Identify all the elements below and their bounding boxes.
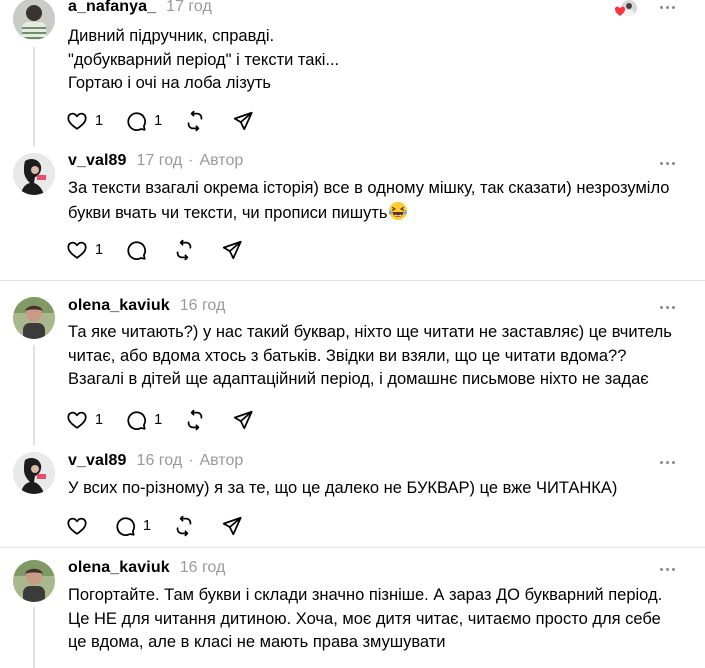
like-button[interactable]: [66, 514, 88, 538]
username[interactable]: v_val89: [68, 152, 127, 170]
heart-icon: [67, 411, 87, 429]
repost-button[interactable]: [173, 238, 195, 262]
text-line: За тексти взагалі окрема історія) все в …: [68, 179, 670, 197]
repost-button[interactable]: [184, 109, 206, 133]
avatar[interactable]: [13, 560, 55, 602]
share-button[interactable]: [232, 408, 254, 432]
username[interactable]: olena_kaviuk: [68, 297, 170, 315]
username[interactable]: olena_kaviuk: [68, 559, 170, 577]
timestamp[interactable]: 16 год: [137, 452, 183, 470]
avatar[interactable]: [13, 297, 55, 339]
repost-button[interactable]: [173, 514, 195, 538]
post-header: v_val89 16 год · Автор: [68, 452, 243, 470]
comment-icon: [127, 112, 147, 131]
post-text: Погортайте. Там букви і склади значно пі…: [68, 584, 688, 655]
more-options-icon[interactable]: [657, 559, 677, 579]
heart-icon: [67, 112, 87, 130]
timestamp[interactable]: 16 год: [180, 297, 226, 315]
avatar[interactable]: [13, 153, 55, 195]
text-line: букви вчать чи тексти, чи прописи пишуть: [68, 201, 688, 226]
text-line: Гортаю і очі на лоба лізуть: [68, 74, 272, 92]
timestamp[interactable]: 17 год: [137, 152, 183, 170]
text-line: "добукварний період" і тексти такі...: [68, 50, 340, 69]
more-options-icon[interactable]: [657, 297, 677, 317]
reply-count: 1: [154, 412, 163, 428]
text-line: Взагалі в дітей ще адаптаційний період, …: [68, 370, 649, 388]
reply-button[interactable]: 1: [125, 408, 162, 432]
text-line: У всих по-різному) я за те, що це далеко…: [68, 479, 618, 497]
text-line: Це НЕ для читання дитиною. Хоча, моє дит…: [68, 609, 661, 628]
post-header: v_val89 17 год · Автор: [68, 152, 243, 170]
heart-icon: [67, 241, 87, 259]
send-icon: [222, 516, 242, 536]
text-line: Погортайте. Там букви і склади значно пі…: [68, 586, 663, 604]
send-icon: [222, 240, 242, 260]
share-button[interactable]: [232, 109, 254, 133]
post-header: a_nafanya_ 17 год: [68, 0, 212, 16]
text-line: Дивний підручник, справді.: [68, 27, 275, 45]
send-icon: [234, 410, 253, 430]
reply-count: 1: [154, 113, 163, 129]
like-button[interactable]: 1: [66, 238, 103, 262]
separator-dot: ·: [188, 152, 194, 169]
timestamp[interactable]: 17 год: [166, 0, 212, 16]
send-icon: [234, 111, 253, 131]
text-line-content: букви вчать чи тексти, чи прописи пишуть: [68, 203, 388, 222]
thread-connector: [33, 47, 35, 146]
avatar[interactable]: [13, 0, 55, 40]
comment-icon: [127, 241, 147, 260]
reply-count: 1: [143, 518, 152, 534]
reply-button[interactable]: 1: [125, 109, 162, 133]
action-bar: 1 1: [66, 109, 280, 133]
reply-button[interactable]: 1: [114, 514, 151, 538]
like-count: 1: [95, 242, 104, 258]
more-options-icon[interactable]: [657, 153, 677, 173]
repost-icon: [176, 239, 192, 261]
post-text: Та яке читають?) у нас такий буквар, ніх…: [68, 321, 688, 392]
username[interactable]: v_val89: [68, 452, 127, 470]
like-button[interactable]: 1: [66, 408, 103, 432]
action-bar: 1: [66, 238, 269, 262]
action-bar: 1: [66, 514, 269, 538]
post-text: Дивний підручник, справді. "добукварний …: [68, 25, 688, 96]
post-header: olena_kaviuk 16 год: [68, 559, 225, 577]
share-button[interactable]: [221, 514, 243, 538]
comment-icon: [127, 411, 147, 430]
action-bar: 1 1: [66, 408, 280, 432]
comment-icon: [116, 517, 136, 536]
divider: [0, 547, 705, 548]
author-label: Автор: [199, 452, 244, 469]
repost-icon: [187, 409, 203, 431]
repost-button[interactable]: [184, 408, 206, 432]
repost-icon: [176, 515, 192, 537]
repost-icon: [187, 110, 203, 132]
author-label: Автор: [199, 152, 244, 169]
heart-icon: [67, 517, 87, 535]
share-button[interactable]: [221, 238, 243, 262]
text-line: читає, або вдома хтось з батьків. Звідки…: [68, 346, 627, 365]
like-count: 1: [95, 113, 104, 129]
post-header: olena_kaviuk 16 год: [68, 297, 225, 315]
timestamp[interactable]: 16 год: [180, 559, 226, 577]
avatar[interactable]: [13, 452, 55, 494]
separator-dot: ·: [188, 452, 194, 469]
thread-connector: [33, 345, 35, 445]
liked-by-author-badge: [615, 0, 639, 18]
username[interactable]: a_nafanya_: [68, 0, 156, 16]
like-count: 1: [95, 412, 104, 428]
reply-button[interactable]: [125, 238, 147, 262]
more-options-icon[interactable]: [657, 452, 677, 472]
divider: [0, 280, 705, 281]
text-line: Та яке читають?) у нас такий буквар, ніх…: [68, 323, 672, 341]
more-options-icon[interactable]: [657, 0, 677, 17]
thread-connector: [33, 607, 35, 668]
post-text: У всих по-різному) я за те, що це далеко…: [68, 477, 688, 501]
post-text: За тексти взагалі окрема історія) все в …: [68, 177, 688, 225]
grinning-tears-emoji: [388, 201, 407, 220]
text-line: це вдома, але в класі не мають права зму…: [68, 633, 446, 651]
like-button[interactable]: 1: [66, 109, 103, 133]
